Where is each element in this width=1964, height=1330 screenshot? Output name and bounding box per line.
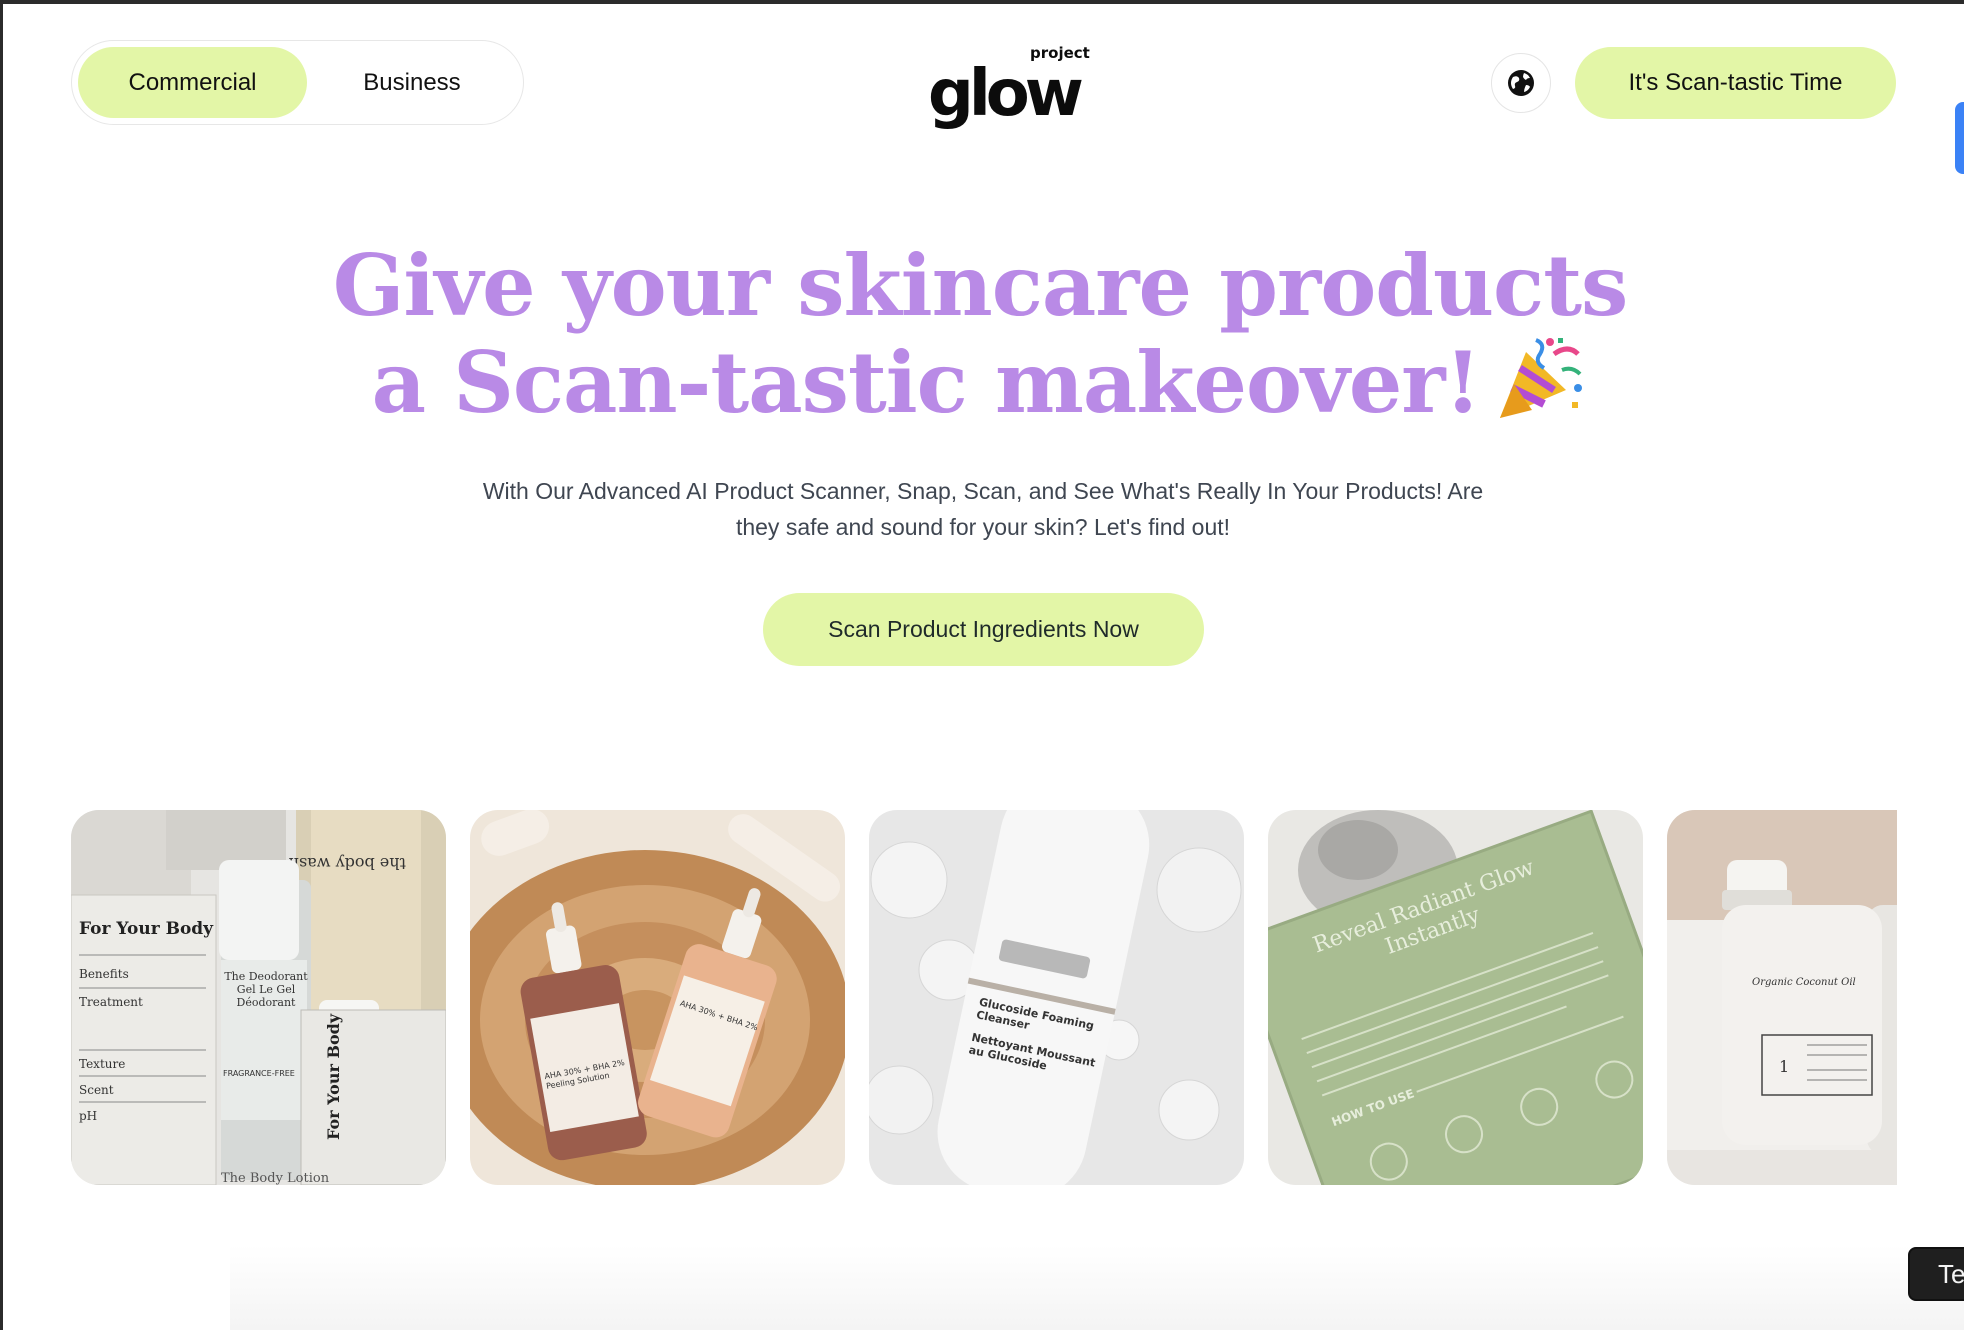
chat-widget-button[interactable]: Te [1908,1247,1964,1301]
window-top-border [0,0,1964,4]
bottom-section-fade [230,1245,1964,1330]
coconut-oil-card[interactable]: Organic Coconut Oil 1 [1667,810,1897,1185]
svg-text:Benefits: Benefits [79,967,129,981]
card-body-wash-text: the body wash [289,854,406,873]
card-for-your-body-title: For Your Body [79,919,214,939]
body-products-card[interactable]: the body wash For Your Body Benefits Tre… [71,810,446,1185]
logo-main-text: glow [928,57,1084,131]
svg-text:For Your Body: For Your Body [324,1013,343,1140]
hero-title: Give your skincare products a Scan-tasti… [330,240,1630,439]
scan-product-ingredients-button[interactable]: Scan Product Ingredients Now [763,593,1204,666]
product-gallery: the body wash For Your Body Benefits Tre… [71,810,1897,1185]
svg-text:Organic Coconut Oil: Organic Coconut Oil [1752,977,1856,988]
svg-text:The Body Lotion: The Body Lotion [221,1171,330,1185]
side-edge-tab[interactable] [1955,102,1964,174]
language-button[interactable] [1491,53,1551,113]
svg-text:1: 1 [1779,1057,1789,1076]
hero-title-line-2: a Scan-tastic makeover! [330,332,1630,439]
commercial-tab[interactable]: Commercial [78,47,307,118]
svg-text:Texture: Texture [79,1057,125,1071]
party-popper-icon [1492,332,1588,439]
hero-subtitle: With Our Advanced AI Product Scanner, Sn… [482,478,1484,540]
svg-text:pH: pH [79,1109,97,1123]
serum-bottles-card[interactable]: AHA 30% + BHA 2% Peeling Solution AHA 30… [470,810,845,1185]
window-left-border [0,0,3,1330]
hero-title-line-1: Give your skincare products [332,236,1629,335]
hero-title-line-2-text: a Scan-tastic makeover! [371,333,1482,432]
project-glow-logo[interactable]: project glow [928,40,1090,131]
svg-text:Treatment: Treatment [79,995,143,1009]
scan-tastic-time-button[interactable]: It's Scan-tastic Time [1575,47,1896,119]
audience-toggle: Commercial Business [71,40,524,125]
svg-text:FRAGRANCE-FREE: FRAGRANCE-FREE [223,1069,295,1078]
green-box-card[interactable]: Reveal Radiant Glow Instantly HOW TO USE [1268,810,1643,1185]
svg-text:Scent: Scent [79,1083,114,1097]
page: Commercial Business project glow It's Sc… [0,0,1964,1330]
cleanser-tube-card[interactable]: Glucoside Foaming Cleanser Nettoyant Mous… [869,810,1244,1185]
globe-icon [1508,70,1534,96]
business-tab[interactable]: Business [307,47,517,118]
